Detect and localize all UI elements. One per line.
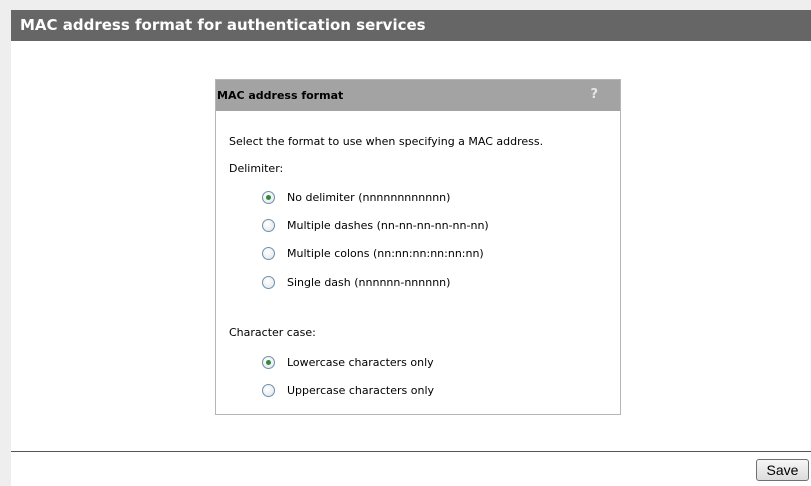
radio-label: Uppercase characters only [287, 383, 435, 397]
radio-label: Multiple colons (nn:nn:nn:nn:nn:nn) [287, 246, 484, 260]
delimiter-label: Delimiter: [229, 162, 284, 175]
radio-button[interactable] [262, 383, 275, 397]
radio-label: Multiple dashes (nn-nn-nn-nn-nn-nn) [287, 218, 489, 232]
radio-button-checked[interactable] [262, 355, 275, 369]
panel-intro: Select the format to use when specifying… [229, 135, 544, 148]
radio-lowercase[interactable]: Lowercase characters only [262, 354, 434, 370]
save-button[interactable]: Save [756, 459, 809, 481]
help-icon[interactable]: ? [590, 80, 598, 109]
mac-format-panel: MAC address format ? Select the format t… [215, 79, 621, 415]
radio-multiple-colons[interactable]: Multiple colons (nn:nn:nn:nn:nn:nn) [262, 245, 484, 261]
page-title: MAC address format for authentication se… [11, 10, 811, 41]
radio-multiple-dashes[interactable]: Multiple dashes (nn-nn-nn-nn-nn-nn) [262, 217, 489, 233]
panel-header: MAC address format ? [216, 80, 620, 111]
radio-single-dash[interactable]: Single dash (nnnnnn-nnnnnn) [262, 274, 450, 290]
panel-title: MAC address format [217, 89, 344, 102]
radio-label: Lowercase characters only [287, 355, 434, 369]
left-margin [0, 10, 11, 486]
top-margin [0, 0, 811, 10]
radio-label: No delimiter (nnnnnnnnnnnn) [287, 190, 451, 204]
radio-button-checked[interactable] [262, 190, 275, 204]
radio-uppercase[interactable]: Uppercase characters only [262, 382, 434, 398]
radio-no-delimiter[interactable]: No delimiter (nnnnnnnnnnnn) [262, 189, 450, 205]
radio-button[interactable] [262, 246, 275, 260]
character-case-label: Character case: [229, 326, 316, 339]
radio-button[interactable] [262, 275, 275, 289]
footer-divider [11, 451, 811, 452]
radio-button[interactable] [262, 218, 275, 232]
radio-label: Single dash (nnnnnn-nnnnnn) [287, 275, 451, 289]
